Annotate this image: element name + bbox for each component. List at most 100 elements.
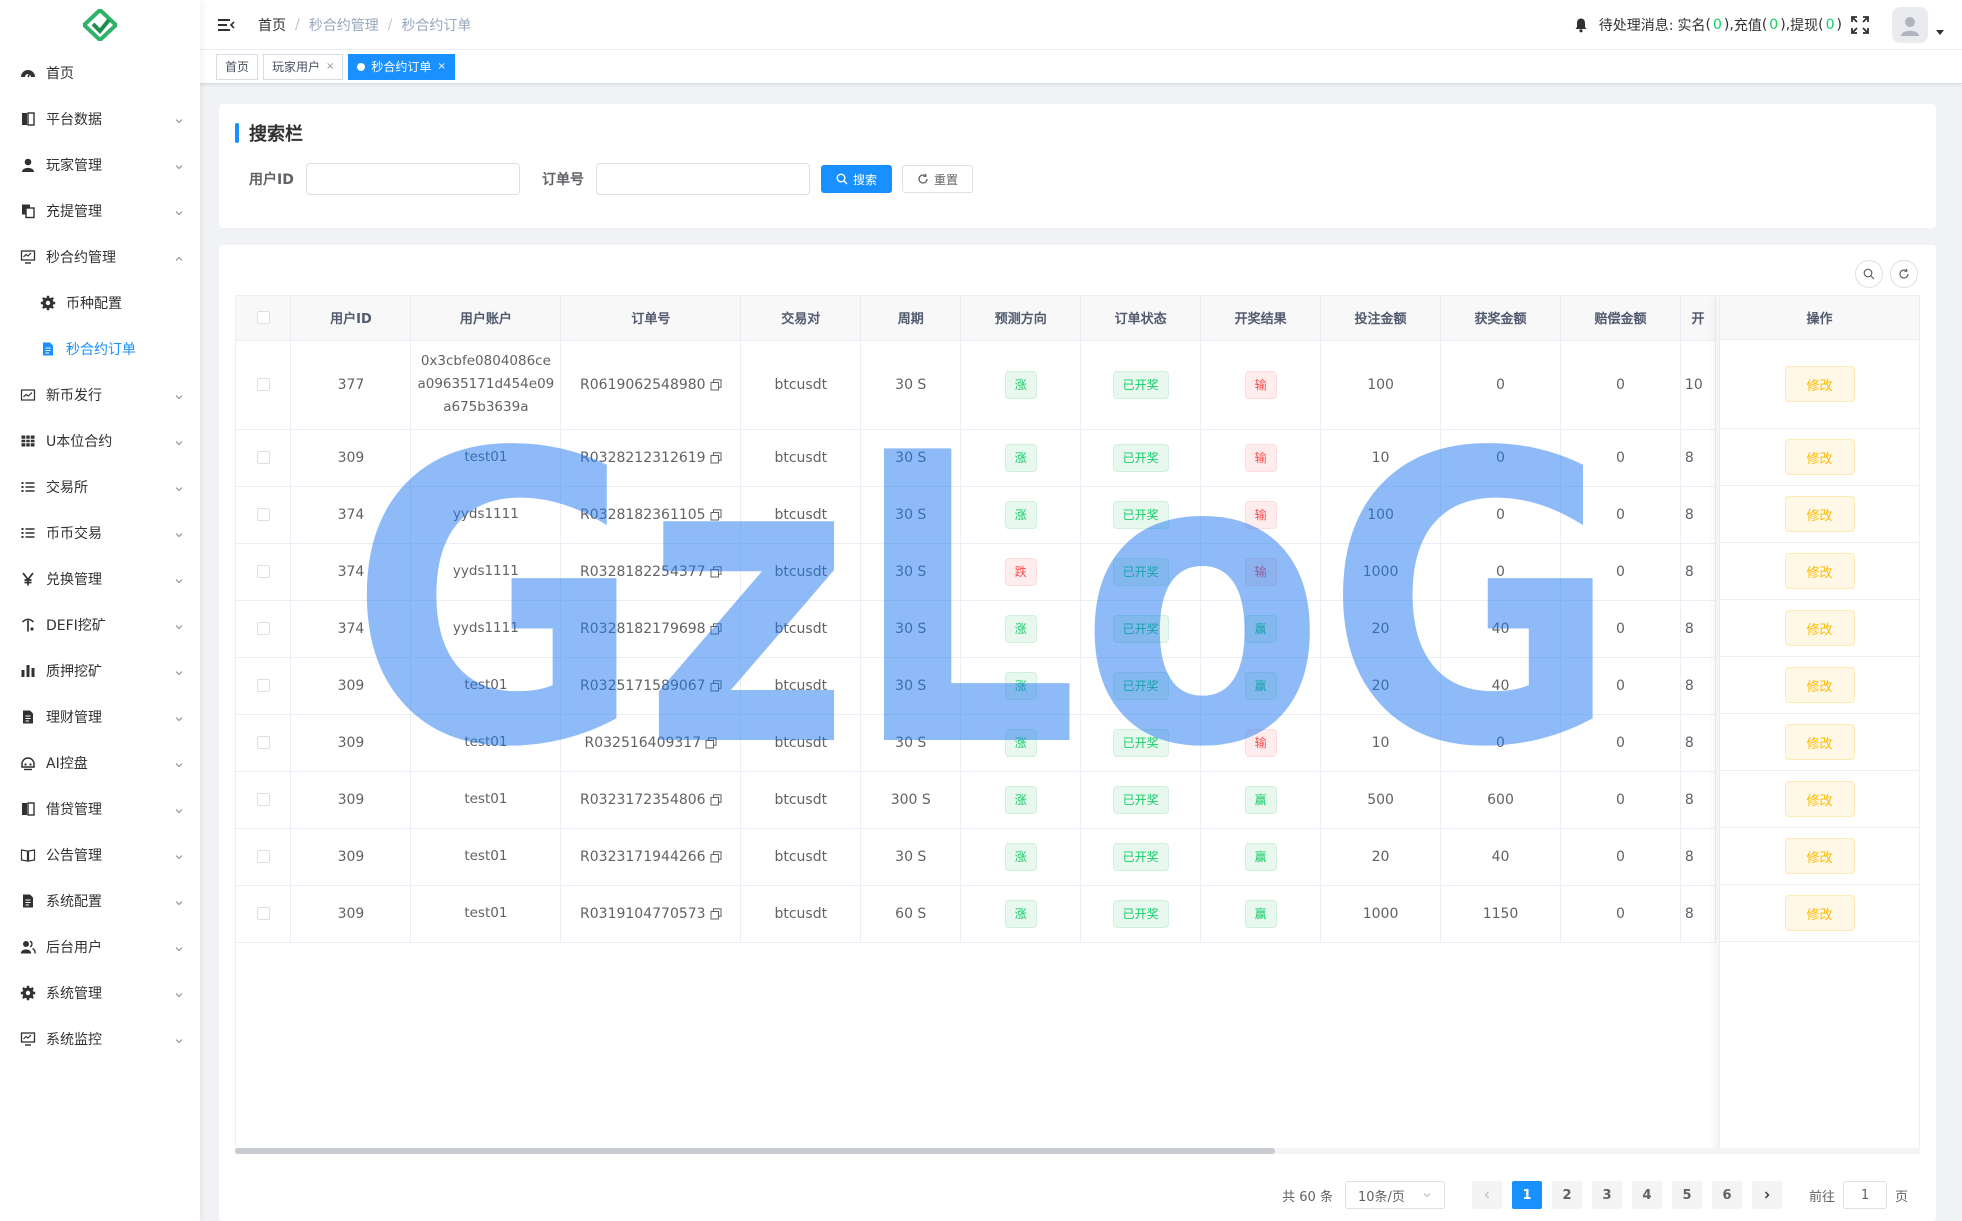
edit-button[interactable]: 修改 xyxy=(1784,895,1855,931)
sidebar-item-label: 充提管理 xyxy=(46,204,102,220)
table-scroll-area[interactable]: 用户ID 用户账户 订单号 交易对 周期 预测方向 订单状态 开奖结果 投注金额… xyxy=(236,296,1716,1150)
tag-home[interactable]: 首页 xyxy=(216,53,259,80)
next-page-button[interactable] xyxy=(1751,1181,1782,1209)
sidebar-item-3[interactable]: 充提管理 xyxy=(0,188,200,234)
sidebar-item-8[interactable]: U本位合约 xyxy=(0,418,200,464)
logo[interactable] xyxy=(0,0,200,50)
fullscreen-icon[interactable] xyxy=(1850,15,1870,35)
sidebar-item-13[interactable]: 质押挖矿 xyxy=(0,648,200,694)
sidebar-item-15[interactable]: AI控盘 xyxy=(0,740,200,786)
cell-status: 已开奖 xyxy=(1080,340,1202,430)
sidebar-item-12[interactable]: DEFI挖矿 xyxy=(0,602,200,648)
col-user-id: 用户ID xyxy=(290,296,412,341)
pagination-total: 共 60 条 xyxy=(1282,1189,1333,1205)
sidebar-item-18[interactable]: 系统配置 xyxy=(0,878,200,924)
row-checkbox[interactable] xyxy=(256,565,270,578)
page-button[interactable]: 3 xyxy=(1591,1181,1622,1209)
sidebar-item-7[interactable]: 新币发行 xyxy=(0,372,200,418)
caret-down-icon[interactable] xyxy=(1936,28,1944,36)
action-cell: 修改 xyxy=(1720,657,1919,714)
edit-button[interactable]: 修改 xyxy=(1784,724,1855,760)
pending-messages[interactable]: 待处理消息: 实名 (0), 充值 (0), 提现 (0) xyxy=(1573,15,1842,35)
horizontal-scrollbar[interactable] xyxy=(235,1148,1920,1154)
sidebar-item-2[interactable]: 玩家管理 xyxy=(0,142,200,188)
order-no-input[interactable] xyxy=(596,163,810,195)
sidebar-item-9[interactable]: 交易所 xyxy=(0,464,200,510)
edit-button[interactable]: 修改 xyxy=(1784,439,1855,475)
sidebar-item-20[interactable]: 系统管理 xyxy=(0,970,200,1016)
bell-icon xyxy=(1575,18,1587,32)
chevron-down-icon xyxy=(174,482,184,492)
cell-win: 40 xyxy=(1440,657,1561,715)
select-all-checkbox[interactable] xyxy=(256,311,270,325)
copy-icon[interactable] xyxy=(710,850,722,863)
edit-button[interactable]: 修改 xyxy=(1784,610,1855,646)
edit-button[interactable]: 修改 xyxy=(1784,366,1855,402)
sidebar-item-1[interactable]: 平台数据 xyxy=(0,96,200,142)
toggle-search-button[interactable] xyxy=(1855,260,1883,288)
row-checkbox[interactable] xyxy=(256,850,270,863)
sidebar-item-4[interactable]: 秒合约管理 xyxy=(0,234,200,280)
copy-icon[interactable] xyxy=(710,793,722,806)
sidebar-item-17[interactable]: 公告管理 xyxy=(0,832,200,878)
edit-button[interactable]: 修改 xyxy=(1784,781,1855,817)
close-icon[interactable]: × xyxy=(326,61,334,72)
edit-button[interactable]: 修改 xyxy=(1784,496,1855,532)
copy-icon[interactable] xyxy=(710,508,722,521)
row-checkbox[interactable] xyxy=(256,736,270,749)
edit-button[interactable]: 修改 xyxy=(1784,838,1855,874)
row-checkbox[interactable] xyxy=(256,679,270,692)
page-button[interactable]: 1 xyxy=(1511,1181,1542,1209)
prev-page-button[interactable] xyxy=(1471,1181,1502,1209)
scrollbar-thumb[interactable] xyxy=(235,1148,1275,1154)
page-button[interactable]: 6 xyxy=(1711,1181,1742,1209)
page-button[interactable]: 5 xyxy=(1671,1181,1702,1209)
copy-icon[interactable] xyxy=(710,679,722,692)
sidebar-item-10[interactable]: 币币交易 xyxy=(0,510,200,556)
search-button[interactable]: 搜索 xyxy=(821,165,893,193)
row-checkbox[interactable] xyxy=(256,793,270,806)
col-actions: 操作 xyxy=(1720,296,1919,340)
sidebar-item-19[interactable]: 后台用户 xyxy=(0,924,200,970)
row-checkbox[interactable] xyxy=(256,378,270,391)
sidebar-item-16[interactable]: 借贷管理 xyxy=(0,786,200,832)
refresh-table-button[interactable] xyxy=(1890,260,1918,288)
row-checkbox[interactable] xyxy=(256,451,270,464)
sidebar-item-0[interactable]: 首页 xyxy=(0,50,200,96)
order-no-text: R0323171944266 xyxy=(580,848,706,865)
sidebar-item-6[interactable]: 秒合约订单 xyxy=(0,326,200,372)
avatar[interactable] xyxy=(1892,6,1928,43)
sidebar-menu: 首页 平台数据 玩家管理充提管理秒合约管理 币种配置 秒合约订单 新币发行 U本位合约 交易所… xyxy=(0,50,200,1062)
page-button[interactable]: 2 xyxy=(1551,1181,1582,1209)
cell-period: 60 S xyxy=(860,885,962,943)
tag-player-users[interactable]: 玩家用户 × xyxy=(263,53,344,80)
close-icon[interactable]: × xyxy=(437,61,445,72)
edit-button[interactable]: 修改 xyxy=(1784,667,1855,703)
col-pair: 交易对 xyxy=(740,296,862,341)
copy-icon[interactable] xyxy=(705,736,717,749)
row-checkbox[interactable] xyxy=(256,622,270,635)
page-button[interactable]: 4 xyxy=(1631,1181,1662,1209)
breadcrumb-item-home[interactable]: 首页 xyxy=(258,15,286,35)
sidebar-item-21[interactable]: 系统监控 xyxy=(0,1016,200,1062)
copy-icon[interactable] xyxy=(710,907,722,920)
sidebar-item-11[interactable]: 兑换管理 xyxy=(0,556,200,602)
goto-page-input[interactable]: 1 xyxy=(1842,1181,1887,1209)
row-checkbox[interactable] xyxy=(256,508,270,521)
copy-icon[interactable] xyxy=(710,622,722,635)
sidebar-item-14[interactable]: 理财管理 xyxy=(0,694,200,740)
hamburger-icon[interactable] xyxy=(216,15,236,35)
row-checkbox[interactable] xyxy=(256,907,270,920)
copy-icon[interactable] xyxy=(710,565,722,578)
copy-icon[interactable] xyxy=(710,378,722,391)
copy-icon[interactable] xyxy=(710,451,722,464)
page-size-select[interactable]: 10条/页 xyxy=(1344,1181,1445,1209)
sidebar-item-5[interactable]: 币种配置 xyxy=(0,280,200,326)
book-icon xyxy=(20,111,36,127)
reset-button[interactable]: 重置 xyxy=(902,165,974,193)
edit-button[interactable]: 修改 xyxy=(1784,553,1855,589)
user-id-input[interactable] xyxy=(305,163,520,195)
tag-contract-orders[interactable]: 秒合约订单 × xyxy=(348,53,455,80)
status-badge: 已开奖 xyxy=(1112,728,1169,757)
cell-compensation: 0 xyxy=(1560,600,1681,658)
